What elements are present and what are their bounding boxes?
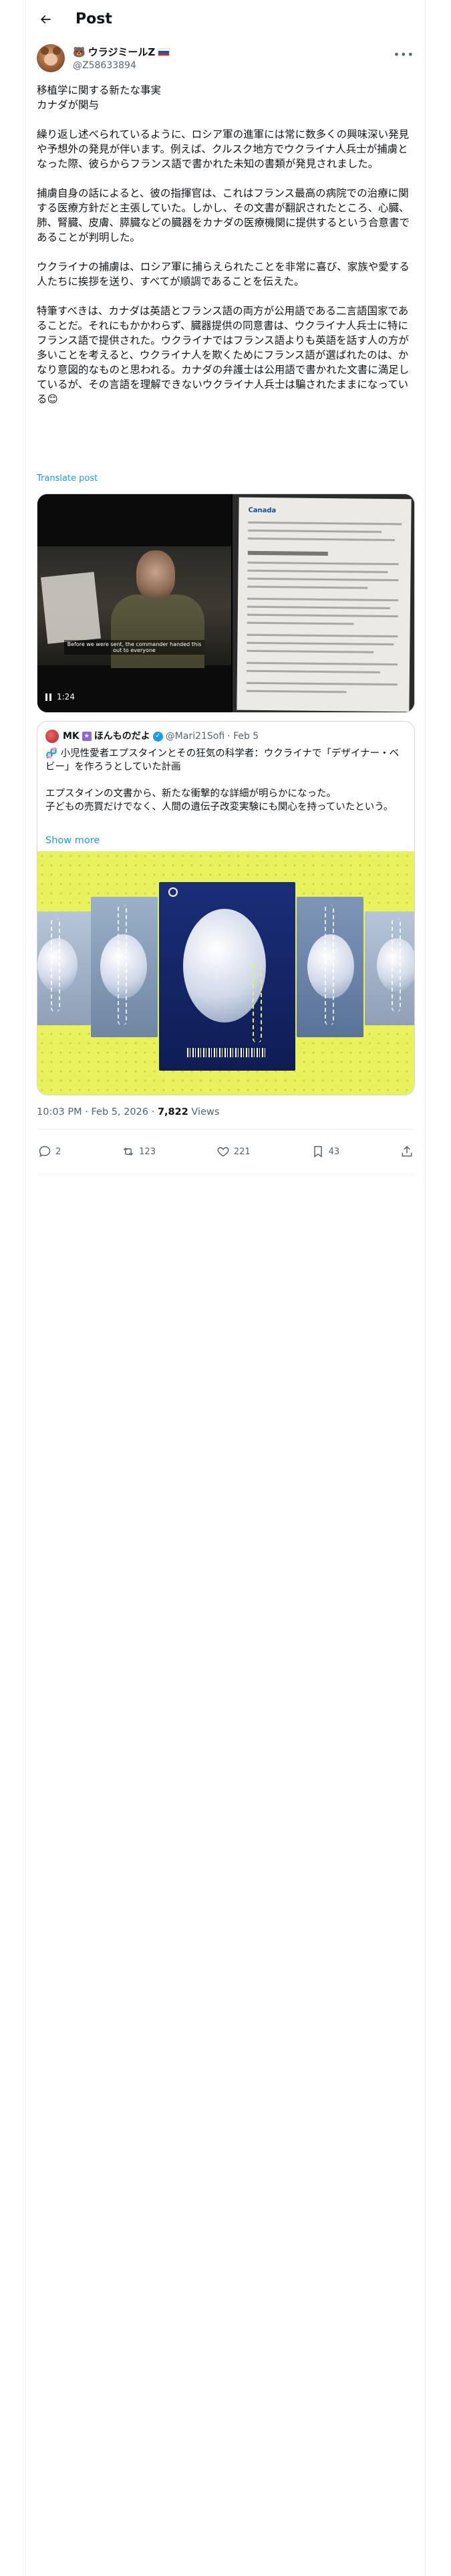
post-column: Post 🐻 ウラジミールZ @Z58633894 ••• 移植学に関する新たな… <box>25 0 426 2576</box>
quote-handle: @Mari21Sofi <box>165 731 225 742</box>
quote-avatar[interactable] <box>45 730 59 743</box>
video-subtitle: Before we were sent, the commander hande… <box>64 640 204 655</box>
arrow-left-icon <box>41 15 51 24</box>
document-image[interactable]: Canada <box>233 494 414 712</box>
post-date[interactable]: Feb 5, 2026 <box>91 1107 148 1117</box>
heart-icon <box>217 1147 229 1157</box>
share-icon <box>402 1146 412 1157</box>
page-title: Post <box>76 11 112 27</box>
like-button[interactable]: 221 <box>216 1145 251 1158</box>
author-handle[interactable]: @Z58633894 <box>73 60 136 72</box>
header: Post <box>26 0 425 39</box>
show-more-link[interactable]: Show more <box>45 835 100 846</box>
quote-author[interactable]: MK ★ ほんものだよ ✓ @Mari21Sofi · Feb 5 <box>63 730 259 743</box>
verified-icon: ✓ <box>152 731 163 742</box>
quote-text: 🧬 小児性愛者エプスタインとその狂気の科学者：ウクライナで「デザイナー・ベビー」… <box>45 747 406 814</box>
author-emoji: 🐻 <box>73 46 86 58</box>
video-controls[interactable]: 1:24 <box>45 692 75 702</box>
logo-mark-icon <box>168 887 178 897</box>
post-paragraph: ウクライナの捕虜は、ロシア軍に捕らえられたことを非常に喜び、家族や愛する人たちに… <box>37 261 410 288</box>
quote-image[interactable] <box>37 851 414 1095</box>
post-paragraph: 特筆すべきは、カナダは英語とフランス語の両方が公用語である二言語国家であることだ… <box>37 305 410 405</box>
quoted-post[interactable]: MK ★ ほんものだよ ✓ @Mari21Sofi · Feb 5 🧬 小児性愛… <box>37 721 415 1095</box>
reply-count: 2 <box>55 1146 61 1157</box>
author-display-name: ウラジミールZ <box>88 46 156 58</box>
quote-paragraph: 🧬 小児性愛者エプスタインとその狂気の科学者：ウクライナで「デザイナー・ベビー」… <box>45 748 400 772</box>
bookmark-button[interactable]: 43 <box>311 1145 340 1158</box>
post-time[interactable]: 10:03 PM <box>37 1107 82 1117</box>
post-paragraph: 繰り返し述べられているように、ロシア軍の進軍には常に数多くの興味深い発見や予想外… <box>37 128 410 170</box>
russia-flag-icon <box>158 48 170 56</box>
divider <box>37 1174 415 1175</box>
post-paragraph: 捕虜自身の話によると、彼の指揮官は、これはフランス最高の病院での治療に関する医療… <box>37 187 410 243</box>
post-meta: 10:03 PM · Feb 5, 2026 · 7,822 Views <box>37 1107 220 1117</box>
barcode-icon <box>187 1048 267 1057</box>
action-bar: 2 123 221 43 <box>37 1137 415 1166</box>
back-button[interactable] <box>37 11 54 28</box>
avatar[interactable] <box>37 44 65 72</box>
like-count: 221 <box>233 1146 251 1157</box>
more-options-icon[interactable]: ••• <box>394 48 414 61</box>
repost-button[interactable]: 123 <box>122 1145 156 1158</box>
view-count: 7,822 <box>157 1107 188 1117</box>
quote-paragraph: エプスタインの文書から、新たな衝撃的な詳細が明らかになった。 子どもの売買だけで… <box>45 788 394 813</box>
quote-date: · Feb 5 <box>227 731 259 742</box>
translate-post-link[interactable]: Translate post <box>37 473 98 484</box>
badge-icon: ★ <box>82 732 92 741</box>
video-duration: 1:24 <box>57 692 75 702</box>
video-player[interactable]: Before we were sent, the commander hande… <box>37 494 231 712</box>
reply-button[interactable]: 2 <box>38 1145 61 1158</box>
reply-icon <box>39 1146 51 1157</box>
bookmark-icon <box>313 1146 322 1158</box>
views-label: Views <box>188 1107 220 1117</box>
document-brand: Canada <box>248 506 277 515</box>
author-name[interactable]: 🐻 ウラジミールZ <box>73 45 170 59</box>
repost-icon <box>123 1147 134 1156</box>
divider <box>37 1129 415 1130</box>
bookmark-count: 43 <box>328 1146 340 1157</box>
repost-count: 123 <box>139 1146 156 1157</box>
post-paragraph: 移植学に関する新たな事実 カナダが関与 <box>37 84 162 111</box>
post-text: 移植学に関する新たな事実 カナダが関与 繰り返し述べられているように、ロシア軍の… <box>37 83 415 407</box>
pause-icon[interactable] <box>45 693 51 701</box>
share-button[interactable] <box>400 1145 414 1158</box>
quote-name-suffix: ほんものだよ <box>94 731 150 742</box>
post-media: Before we were sent, the commander hande… <box>37 494 415 713</box>
quote-name-prefix: MK <box>63 731 80 742</box>
